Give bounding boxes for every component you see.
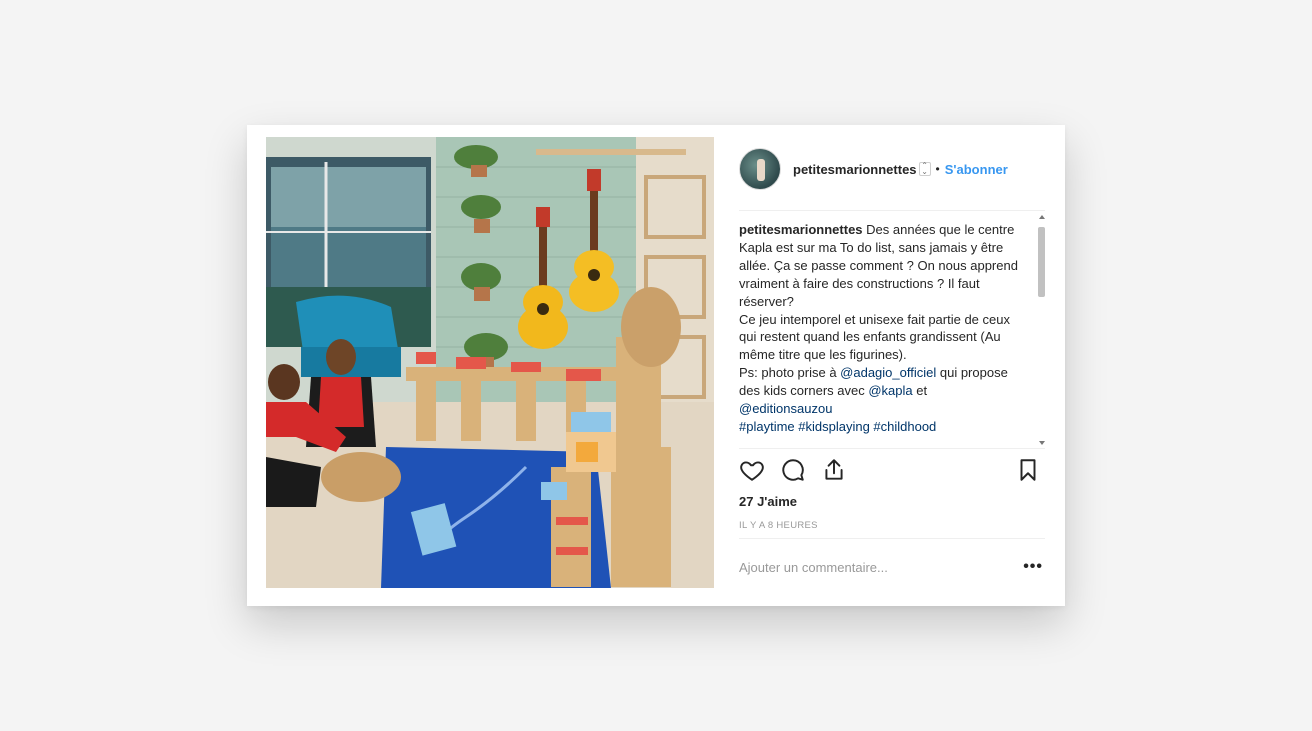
- divider: [739, 210, 1045, 211]
- bookmark-icon[interactable]: [1015, 457, 1043, 485]
- divider: [739, 448, 1045, 449]
- caption-text-2: Ce jeu intemporel et unisexe fait partie…: [739, 311, 1010, 363]
- mention-link[interactable]: @adagio_officiel: [840, 365, 936, 380]
- post-side-panel: petitesmarionnettes ⌃ ⌄ • S'abonner petit…: [739, 125, 1045, 606]
- mention-link[interactable]: @editionsauzou: [739, 401, 832, 416]
- instagram-post-card: petitesmarionnettes ⌃ ⌄ • S'abonner petit…: [247, 125, 1065, 606]
- scroll-up-arrow-icon[interactable]: [1039, 215, 1045, 219]
- scroll-down-arrow-icon[interactable]: [1039, 441, 1045, 445]
- scrollbar-thumb[interactable]: [1038, 227, 1045, 297]
- comment-row: •••: [739, 555, 1045, 579]
- comment-input[interactable]: [739, 559, 979, 575]
- mention-link[interactable]: @kapla: [868, 383, 912, 398]
- more-options-button[interactable]: •••: [1023, 558, 1043, 576]
- heart-icon[interactable]: [739, 457, 767, 485]
- caption-text-3: Ps: photo prise à: [739, 365, 841, 381]
- header-username[interactable]: petitesmarionnettes: [793, 162, 917, 177]
- share-icon[interactable]: [821, 457, 849, 485]
- sort-arrows-icon: ⌃ ⌄: [918, 162, 931, 176]
- post-photo[interactable]: [266, 137, 714, 588]
- hashtags[interactable]: #playtime #kidsplaying #childhood: [739, 419, 936, 434]
- caption-text-5: et: [912, 383, 928, 399]
- post-header: petitesmarionnettes ⌃ ⌄ • S'abonner: [739, 147, 1045, 191]
- comment-icon[interactable]: [780, 457, 808, 485]
- post-timestamp[interactable]: IL Y A 8 HEURES: [739, 520, 818, 531]
- post-actions: [739, 457, 1045, 487]
- like-count[interactable]: 27 J'aime: [739, 494, 797, 509]
- follow-button[interactable]: S'abonner: [945, 162, 1008, 177]
- caption-scrollbar[interactable]: [1037, 213, 1047, 447]
- separator-dot: •: [935, 162, 940, 176]
- post-caption: petitesmarionnettes Des années que le ce…: [739, 221, 1021, 436]
- user-avatar[interactable]: [739, 148, 781, 190]
- caption-scroll-area[interactable]: petitesmarionnettes Des années que le ce…: [739, 221, 1039, 447]
- kapla-photo-illustration: [266, 137, 714, 588]
- caption-username[interactable]: petitesmarionnettes: [739, 222, 863, 237]
- divider: [739, 538, 1045, 539]
